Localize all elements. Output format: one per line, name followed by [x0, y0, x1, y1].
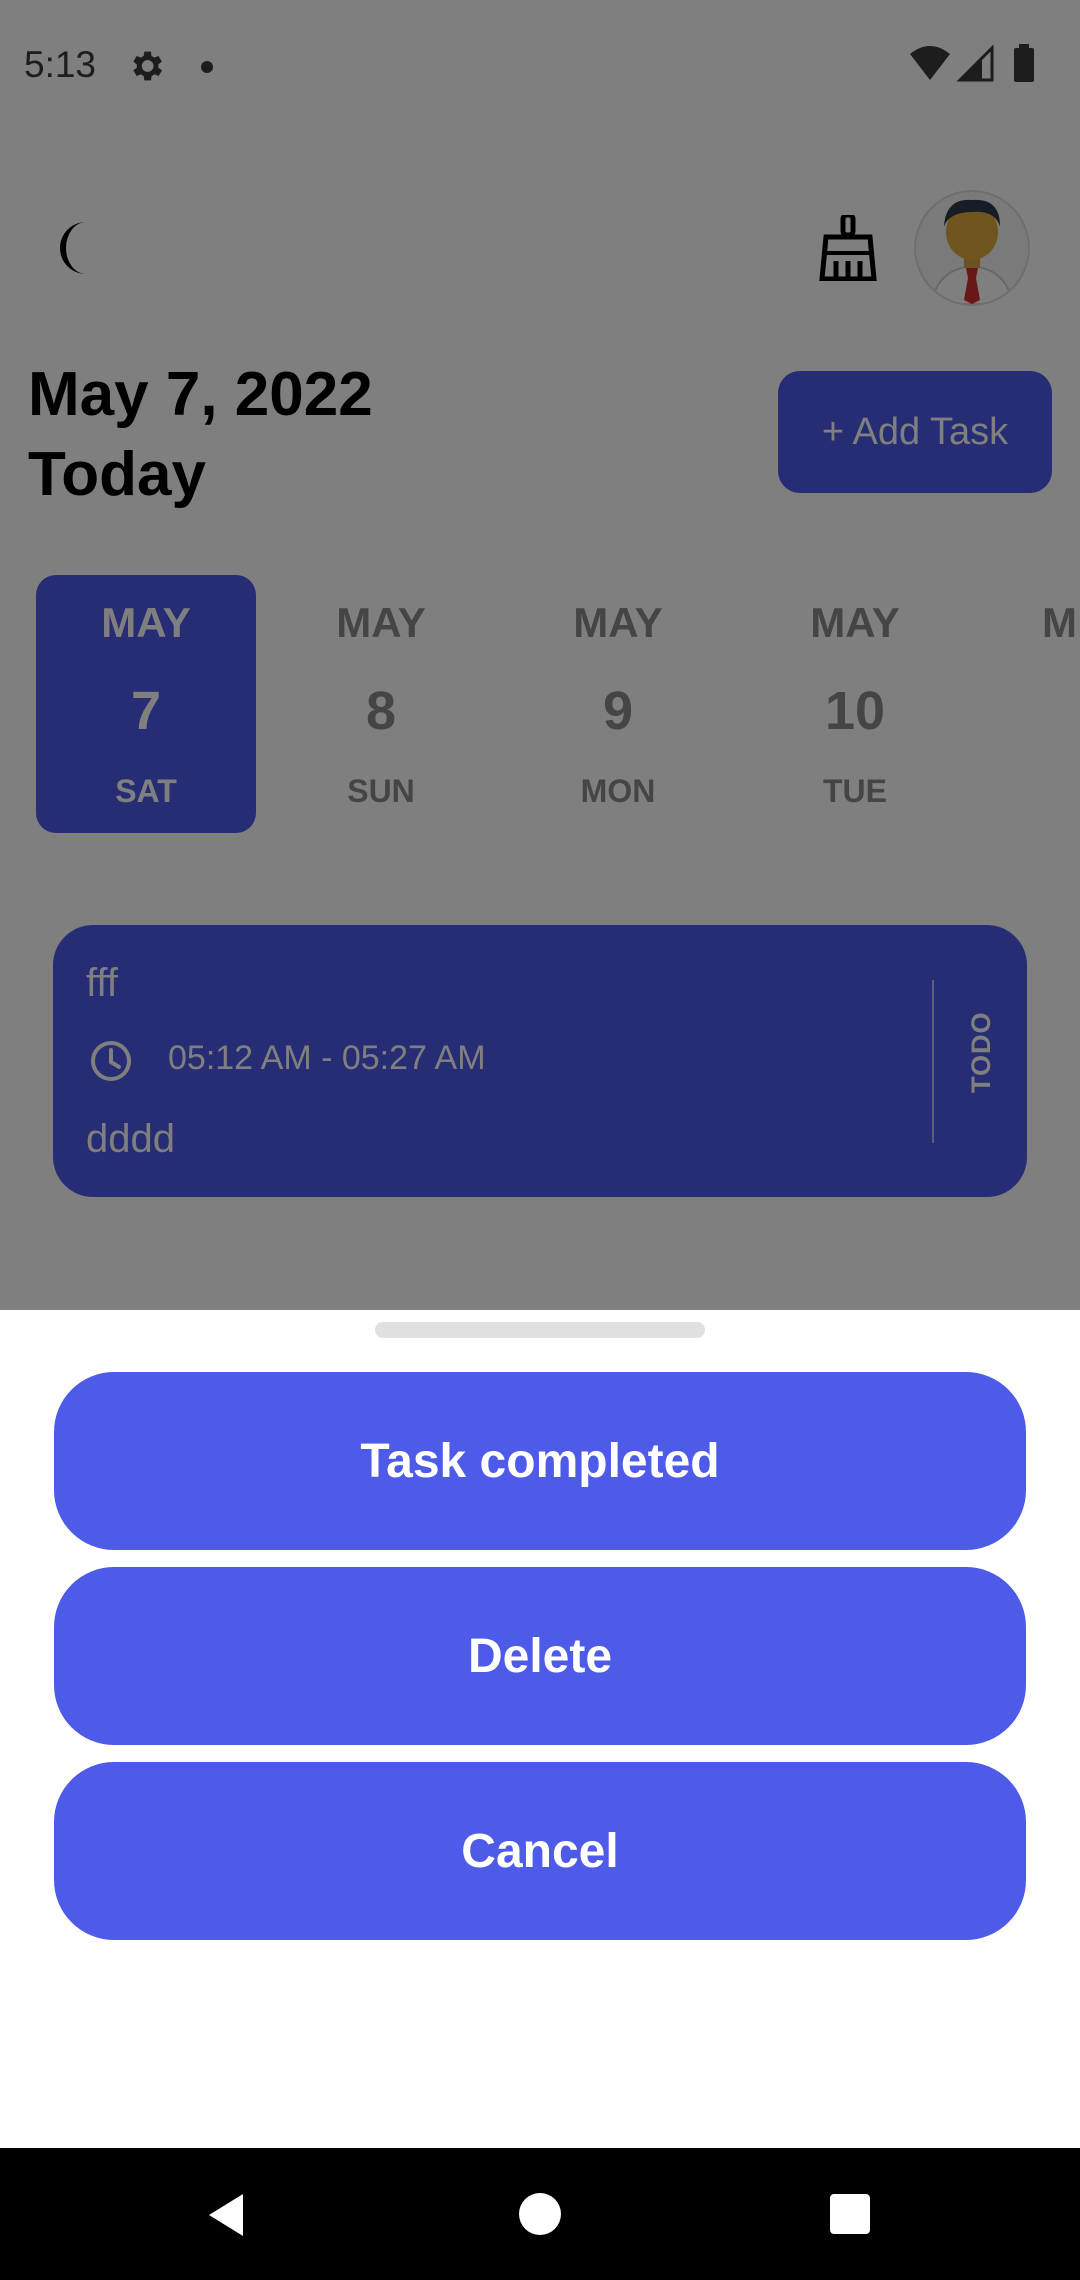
back-icon[interactable]: [205, 2192, 247, 2238]
task-completed-button[interactable]: Task completed: [54, 1372, 1026, 1550]
home-icon[interactable]: [519, 2193, 561, 2235]
sheet-drag-handle[interactable]: [375, 1322, 705, 1338]
recents-icon[interactable]: [830, 2194, 870, 2234]
modal-scrim[interactable]: [0, 0, 1080, 1310]
cancel-button[interactable]: Cancel: [54, 1762, 1026, 1940]
navigation-bar: [0, 2148, 1080, 2280]
delete-button[interactable]: Delete: [54, 1567, 1026, 1745]
bottom-sheet: Task completed Delete Cancel: [0, 1310, 1080, 2148]
